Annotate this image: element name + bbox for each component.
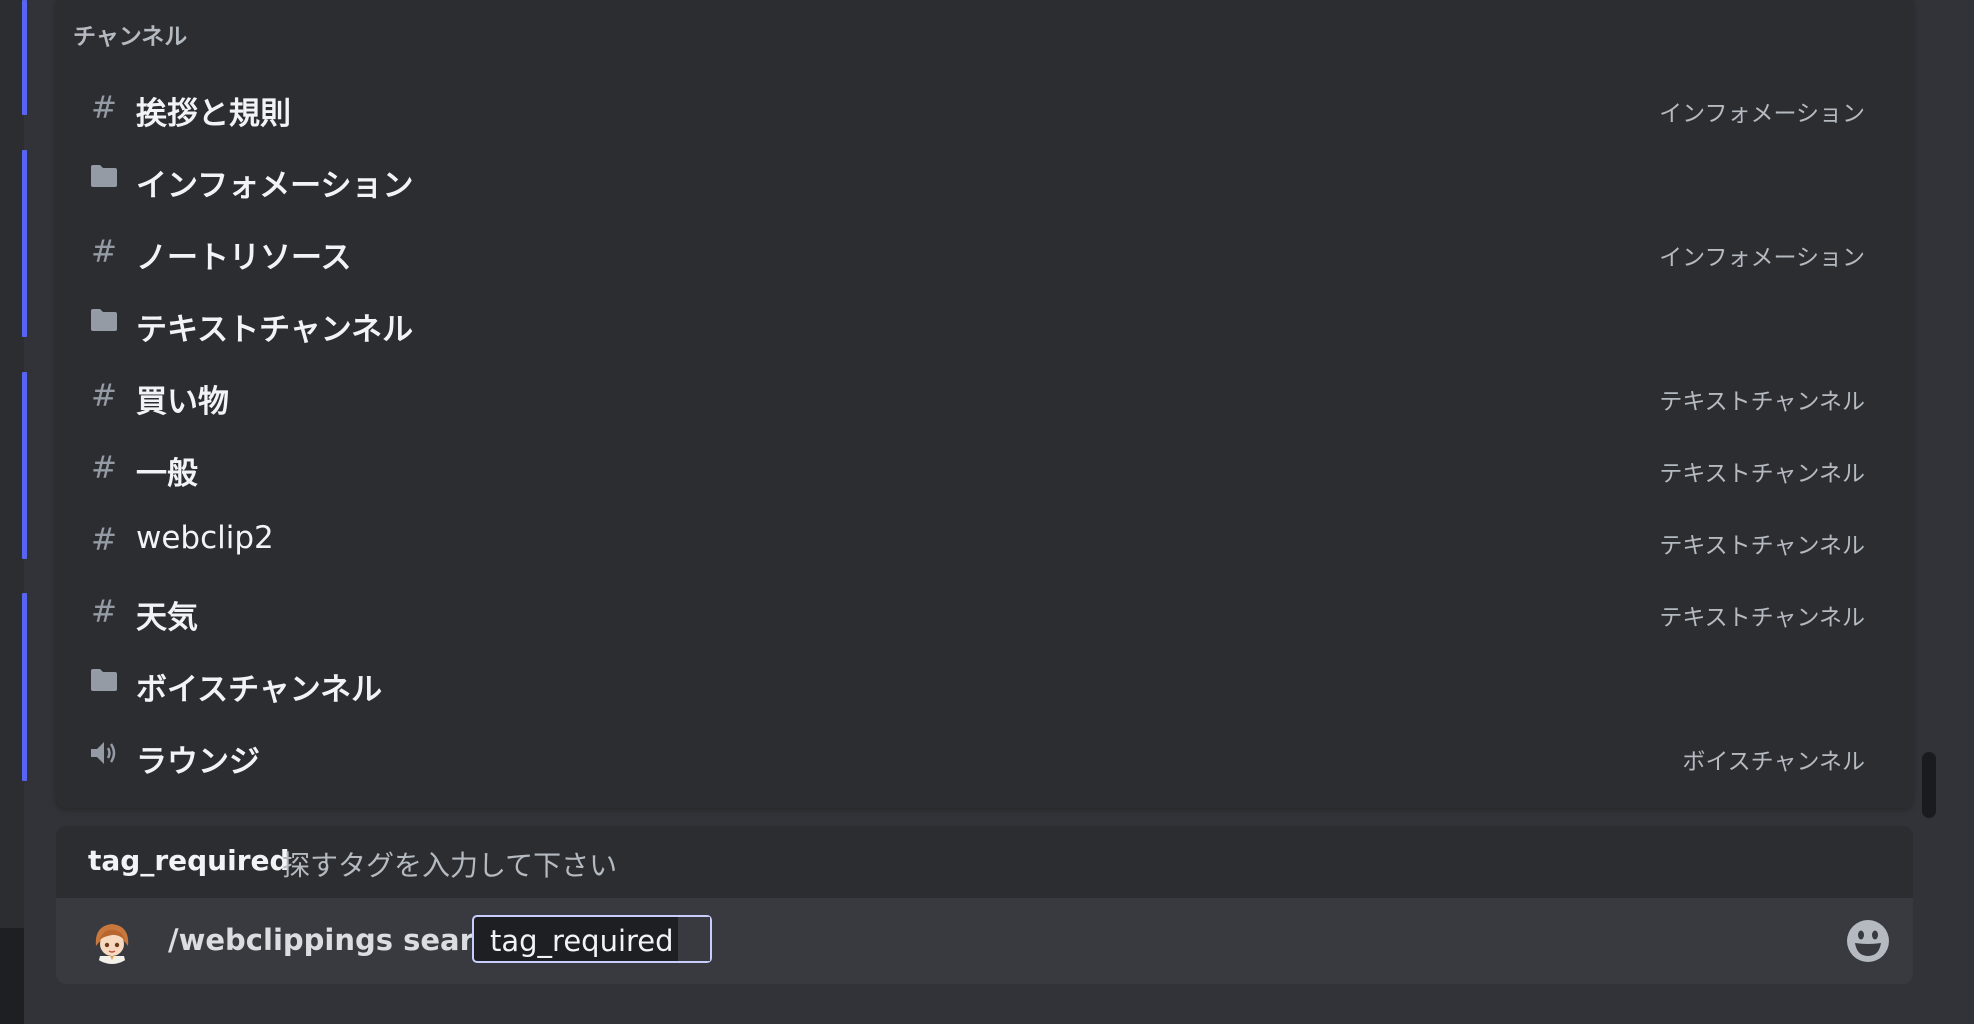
item-category: インフォメーション bbox=[1659, 101, 1865, 127]
unread-accent-bar bbox=[22, 372, 27, 559]
item-label: ノートリソース bbox=[136, 240, 352, 276]
command-option-hint: tag_required 探すタグを入力して下さい bbox=[56, 826, 1913, 898]
item-label: 買い物 bbox=[136, 384, 229, 420]
autocomplete-item[interactable]: インフォメーション bbox=[73, 144, 1903, 216]
hashtag-icon: # bbox=[91, 594, 117, 630]
option-input-cursor-area[interactable] bbox=[678, 917, 710, 961]
autocomplete-item[interactable]: ラウンジ ボイスチャンネル bbox=[73, 720, 1903, 792]
folder-icon bbox=[87, 666, 121, 702]
speaker-icon bbox=[87, 738, 121, 774]
folder-icon bbox=[87, 306, 121, 342]
hashtag-icon: # bbox=[91, 378, 117, 414]
hashtag-icon: # bbox=[91, 450, 117, 486]
hashtag-icon: # bbox=[91, 522, 117, 558]
item-category: ボイスチャンネル bbox=[1682, 749, 1865, 775]
smiley-face-icon[interactable] bbox=[1845, 918, 1891, 964]
unread-accent-bar bbox=[22, 593, 27, 781]
item-label: 挨拶と規則 bbox=[136, 96, 291, 132]
folder-icon bbox=[87, 162, 121, 198]
autocomplete-item[interactable]: テキストチャンネル bbox=[73, 288, 1903, 360]
hashtag-icon: # bbox=[91, 90, 117, 126]
left-rail bbox=[0, 0, 24, 1024]
unread-accent-bar bbox=[22, 0, 27, 115]
autocomplete-item[interactable]: # 一般 テキストチャンネル bbox=[73, 432, 1903, 504]
message-composer[interactable]: /webclippings search tag_required bbox=[56, 898, 1913, 984]
autocomplete-item[interactable]: # 挨拶と規則 インフォメーション bbox=[73, 72, 1903, 144]
option-value: tag_required bbox=[490, 924, 674, 958]
item-label: ラウンジ bbox=[136, 744, 260, 780]
unread-accent-bar bbox=[22, 150, 27, 337]
section-title: チャンネル bbox=[73, 24, 188, 50]
item-label: webclip2 bbox=[136, 520, 274, 556]
scrollbar[interactable] bbox=[1922, 752, 1936, 818]
item-category: テキストチャンネル bbox=[1659, 461, 1865, 487]
item-label: インフォメーション bbox=[136, 168, 414, 204]
bot-avatar bbox=[88, 916, 136, 964]
item-category: インフォメーション bbox=[1659, 245, 1865, 271]
option-description: 探すタグを入力して下さい bbox=[282, 849, 618, 882]
item-label: 天気 bbox=[136, 600, 198, 636]
option-input-pill[interactable]: tag_required bbox=[472, 915, 712, 963]
item-label: 一般 bbox=[136, 456, 198, 492]
item-label: ボイスチャンネル bbox=[136, 672, 383, 708]
autocomplete-item[interactable]: # 買い物 テキストチャンネル bbox=[73, 360, 1903, 432]
autocomplete-item[interactable]: # 天気 テキストチャンネル bbox=[73, 576, 1903, 648]
discord-window: チャンネル # 挨拶と規則 インフォメーション インフォメーション # ノートリ… bbox=[0, 0, 1974, 1024]
autocomplete-item[interactable]: # ノートリソース インフォメーション bbox=[73, 216, 1903, 288]
slash-command: /webclippings search bbox=[168, 923, 512, 957]
channel-autocomplete-popup: チャンネル # 挨拶と規則 インフォメーション インフォメーション # ノートリ… bbox=[56, 0, 1913, 808]
item-label: テキストチャンネル bbox=[136, 312, 414, 348]
left-rail-lower bbox=[0, 928, 24, 1024]
autocomplete-item[interactable]: # webclip2 テキストチャンネル bbox=[73, 504, 1903, 576]
autocomplete-item[interactable]: ボイスチャンネル bbox=[73, 648, 1903, 720]
item-category: テキストチャンネル bbox=[1659, 533, 1865, 559]
item-category: テキストチャンネル bbox=[1659, 389, 1865, 415]
option-name: tag_required bbox=[88, 844, 290, 877]
hashtag-icon: # bbox=[91, 234, 117, 270]
item-category: テキストチャンネル bbox=[1659, 605, 1865, 631]
